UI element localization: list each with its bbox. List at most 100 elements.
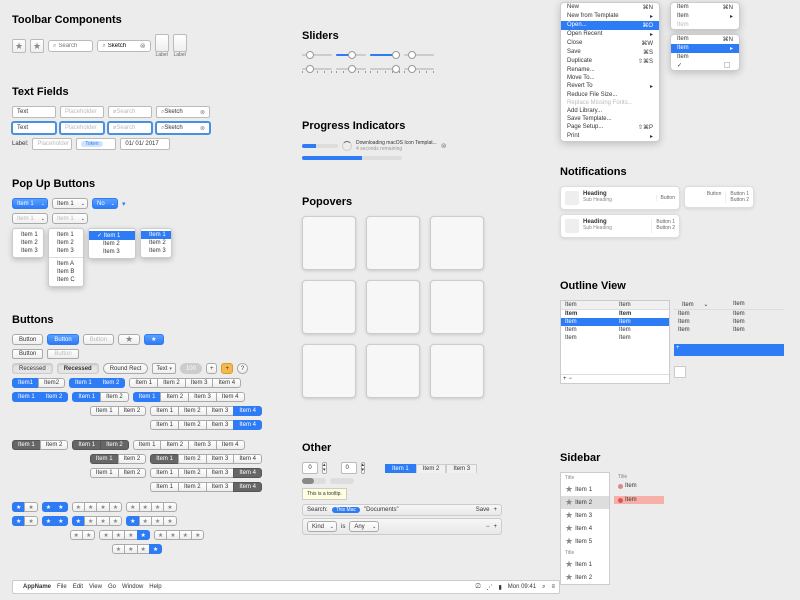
segment[interactable]: ★ [139,516,151,526]
segment[interactable]: Item 1 [150,454,178,464]
segment[interactable]: Item 1 [133,392,161,402]
popup-menu[interactable]: ✓ Item 1 Item 2 Item 3 [88,228,136,259]
segment[interactable]: ★ [126,502,138,512]
menu-item[interactable]: Item [671,53,739,61]
segmented-control-dark[interactable]: Item 1Item 2Item 3Item 4 [150,468,262,478]
slider-ticked[interactable] [302,64,332,74]
popup-button[interactable]: Item 1⌄ [12,213,48,224]
menu-item[interactable]: Item 2 [13,239,43,247]
menu-item[interactable]: New⌘N [561,3,659,12]
slider-ticked[interactable] [404,64,434,74]
add-rule[interactable]: + [493,524,497,530]
column-header[interactable]: Item [615,301,669,309]
menu-icon[interactable]: ≡ [551,584,555,590]
stepper-field[interactable]: 0 [302,462,318,474]
sidebar-item[interactable]: ★Item 5 [561,535,609,548]
segmented-control[interactable]: Item 1Item 2 [72,392,128,402]
text-field-placeholder[interactable]: Placeholder [60,106,104,118]
toolbar-star-button[interactable]: ★ [30,39,44,53]
segment[interactable]: ★ [54,502,67,512]
segment[interactable]: Item 1 [12,440,40,450]
segmented-control[interactable]: Item 1Item 2 [12,392,68,402]
add-button[interactable]: + [206,363,218,374]
menu-app[interactable]: AppName [23,584,51,590]
context-menu[interactable]: New⌘N New from Template▸ Open...⌘O Open … [560,2,660,142]
search-field[interactable]: ⌕Sketch⊗ [156,106,210,118]
menu-item[interactable]: ✓ [671,61,739,70]
menu-item[interactable]: Item 3 [49,247,83,255]
outline-view[interactable]: ItemItem ItemItem ItemItem ItemItem Item… [560,300,670,384]
popup-menu[interactable]: Item 1 Item 2 Item 3 Item A Item B Item … [48,228,84,287]
tab[interactable]: Item 1 [385,464,416,473]
star-button-default[interactable]: ★ [144,334,163,345]
menu-item[interactable]: Item 3 [141,247,171,255]
sidebar-item[interactable]: Item [614,482,664,490]
menu-item-selected[interactable]: ✓ Item 1 [89,231,135,240]
wifi-icon[interactable]: ⋰ [486,584,492,591]
token[interactable]: Token [81,141,102,147]
segment[interactable]: ★ [126,516,138,526]
segment[interactable]: ★ [137,544,149,554]
segment[interactable]: ★ [191,530,204,540]
outline-view-plain[interactable]: Item ⌄Item ItemItem ItemItem ItemItem + [674,300,784,378]
segment[interactable]: ★ [72,502,84,512]
segmented-control[interactable]: Item 1Item 2 [90,468,146,478]
segment[interactable]: ★ [84,516,96,526]
scrollbar[interactable] [330,478,354,484]
toolbar-search[interactable]: ⌕⊗ [97,40,150,52]
menu-item[interactable]: Item 2 [49,239,83,247]
outline-row[interactable]: ItemItem [674,318,784,326]
sidebar-item[interactable]: ★Item 4 [561,522,609,535]
sidebar-item-selected[interactable]: Item [614,496,664,504]
menu-item[interactable]: Item 1 [49,231,83,239]
segment[interactable]: ★ [154,530,166,540]
column-header[interactable]: Item [561,301,615,309]
menu-item[interactable]: Item 1 [13,231,43,239]
scrollbar[interactable] [358,478,382,484]
segment[interactable]: ★ [163,516,176,526]
clear-icon[interactable]: ⊗ [200,125,205,132]
menu-item[interactable]: Duplicate⇧⌘S [561,57,659,66]
notification[interactable]: Button Button 1Button 2 [684,186,754,208]
segment[interactable]: Item 4 [233,482,262,492]
segment[interactable]: ★ [163,502,176,512]
segmented-control-dark[interactable]: Item 1Item 2Item 3Item 4 [150,482,262,492]
menu-item-selected[interactable]: Item 1 [141,231,171,239]
menu-item[interactable]: Item A [49,260,83,268]
context-menu-small[interactable]: Item⌘N Item▸ Item [670,2,740,30]
token-field[interactable]: Token [76,138,116,150]
segment[interactable]: ★ [42,516,54,526]
segmented-control[interactable]: Item 1Item 2 [69,378,125,388]
segment[interactable]: ★ [54,516,67,526]
stepper-down[interactable]: ▾ [323,468,326,473]
search-icon[interactable]: ⌕ [542,584,545,591]
sidebar-item-selected[interactable]: ★Item 2 [561,496,609,509]
column-header[interactable]: Item ⌄ [674,300,729,309]
segment[interactable]: Item 2 [118,406,147,416]
toolbar-star-button[interactable]: ★ [12,39,26,53]
segment[interactable]: Item 2 [160,392,188,402]
text-field-focused[interactable]: Placeholder [60,122,104,134]
menu-item[interactable]: Item B [49,268,83,276]
segment[interactable]: Item 3 [188,440,216,450]
segmented-stars[interactable]: ★★★★ [126,516,177,526]
text-button[interactable]: Text▾ [152,363,176,374]
segment[interactable]: Item 3 [206,468,234,478]
toolbar-item[interactable] [173,34,187,52]
segment[interactable]: Item 4 [233,454,262,464]
segmented-control[interactable]: Item 1Item 2Item 3Item 4 [150,406,262,416]
any-popup[interactable]: Any⌄ [349,521,379,532]
segmented-stars[interactable]: ★★ [12,502,38,512]
recessed-button-bold[interactable]: Recessed [57,363,99,374]
scrollbar[interactable] [302,478,326,484]
add-icon[interactable]: + [676,345,680,355]
segment[interactable]: Item 3 [206,420,234,430]
segment[interactable]: ★ [112,530,124,540]
segmented-stars[interactable]: ★★★★ [112,544,163,554]
segment[interactable]: Item 1 [150,468,178,478]
segment[interactable]: ★ [12,502,24,512]
push-button-default[interactable]: Button [47,334,78,345]
menu-item-selected[interactable]: Open...⌘O [561,21,659,30]
segmented-control-dark[interactable]: Item 1Item 2Item 3Item 4 [150,454,262,464]
segmented-control[interactable]: Item 1Item 2Item 3Item 4 [129,378,241,388]
